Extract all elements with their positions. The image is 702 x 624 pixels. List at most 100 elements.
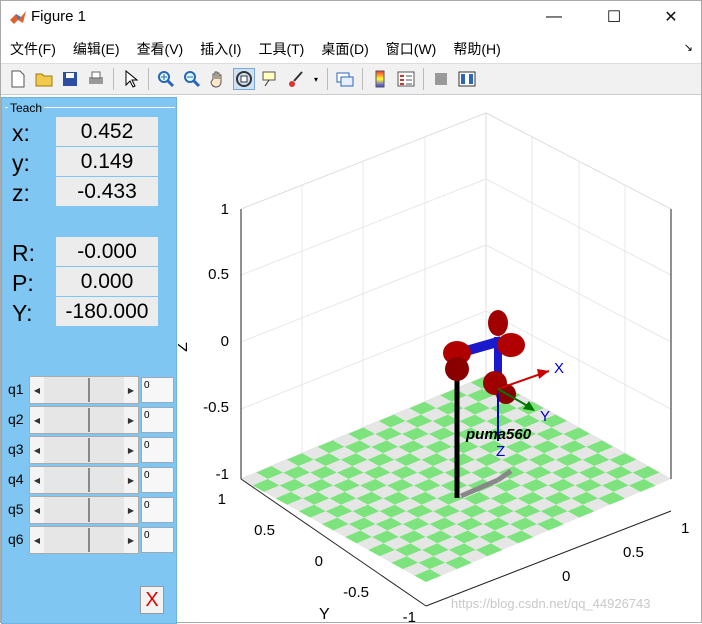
- toolbar-separator: [148, 68, 149, 90]
- menu-file[interactable]: 文件(F): [1, 39, 64, 59]
- slider-right-arrow-icon[interactable]: ▶: [124, 407, 138, 433]
- chevron-down-icon: ▾: [313, 74, 318, 84]
- legend-button[interactable]: [395, 68, 417, 90]
- slider-left-arrow-icon[interactable]: ◀: [30, 377, 44, 403]
- joint-slider-q5[interactable]: ◀ ▶: [29, 496, 139, 524]
- menu-window[interactable]: 窗口(W): [377, 39, 445, 59]
- slider-right-arrow-icon[interactable]: ▶: [124, 527, 138, 553]
- y-tick-neg1: -1: [403, 609, 416, 624]
- slider-thumb[interactable]: [88, 438, 90, 462]
- slider-right-arrow-icon[interactable]: ▶: [124, 377, 138, 403]
- maximize-button[interactable]: ☐: [591, 1, 637, 33]
- figure-window: Figure 1 — ☐ ✕ 文件(F) 编辑(E) 查看(V) 插入(I) 工…: [0, 0, 702, 624]
- robot-joint: [497, 333, 525, 357]
- zoom-in-button[interactable]: [155, 68, 177, 90]
- slider-left-arrow-icon[interactable]: ◀: [30, 407, 44, 433]
- menu-view[interactable]: 查看(V): [128, 39, 192, 59]
- x-tick-1: 1: [681, 520, 689, 537]
- y-axis-label: Y: [319, 606, 330, 623]
- hide-plot-tools-button[interactable]: [430, 68, 452, 90]
- menu-insert[interactable]: 插入(I): [191, 39, 249, 59]
- slider-left-arrow-icon[interactable]: ◀: [30, 467, 44, 493]
- data-cursor-button[interactable]: [259, 68, 281, 90]
- slider-thumb[interactable]: [88, 408, 90, 432]
- edit-plot-button[interactable]: [120, 68, 142, 90]
- menu-desktop[interactable]: 桌面(D): [312, 39, 376, 59]
- joint-slider-q1[interactable]: ◀ ▶: [29, 376, 139, 404]
- title-bar: Figure 1 — ☐ ✕: [1, 1, 701, 35]
- pose-label-roll: R:: [12, 240, 35, 266]
- teach-legend: Teach: [8, 101, 45, 115]
- joint-slider-q2[interactable]: ◀ ▶: [29, 406, 139, 434]
- matlab-icon: [10, 11, 26, 24]
- slider-left-arrow-icon[interactable]: ◀: [30, 497, 44, 523]
- brush-dropdown[interactable]: ▾: [311, 68, 321, 90]
- slider-right-arrow-icon[interactable]: ▶: [124, 467, 138, 493]
- pose-label-pitch: P:: [12, 270, 34, 296]
- open-folder-icon: [35, 73, 53, 87]
- rotate-3d-button[interactable]: [233, 68, 255, 90]
- joint-label-q6: q6: [8, 531, 24, 547]
- joint-slider-q3[interactable]: ◀ ▶: [29, 436, 139, 464]
- hide-plot-tools-icon: [435, 73, 447, 85]
- zoom-out-button[interactable]: [181, 68, 203, 90]
- show-plot-tools-icon: [458, 71, 476, 87]
- robot-joint: [488, 310, 508, 336]
- slider-right-arrow-icon[interactable]: ▶: [124, 497, 138, 523]
- joint-value-q6[interactable]: 0: [141, 527, 174, 553]
- joint-slider-q6[interactable]: ◀ ▶: [29, 526, 139, 554]
- axes-3d[interactable]: 1 0.5 0 -0.5 -1 Z 1 0.5 0 -0.5 -1 Y 1 0.…: [178, 97, 701, 624]
- slider-thumb[interactable]: [88, 468, 90, 492]
- save-button[interactable]: [59, 68, 81, 90]
- watermark: https://blog.csdn.net/qq_44926743: [451, 596, 651, 611]
- frame-z-label: Z: [496, 443, 505, 460]
- show-plot-tools-button[interactable]: [456, 68, 478, 90]
- teach-close-button[interactable]: X: [140, 586, 164, 614]
- joint-value-q1[interactable]: 0: [141, 377, 174, 403]
- joint-slider-q4[interactable]: ◀ ▶: [29, 466, 139, 494]
- open-button[interactable]: [33, 68, 55, 90]
- slider-thumb[interactable]: [88, 378, 90, 402]
- menu-tools[interactable]: 工具(T): [249, 39, 312, 59]
- joint-value-q5[interactable]: 0: [141, 497, 174, 523]
- joint-value-q4[interactable]: 0: [141, 467, 174, 493]
- pan-button[interactable]: [207, 68, 229, 90]
- z-axis-label: Z: [178, 342, 191, 352]
- dock-arrow-icon[interactable]: ↘: [684, 41, 693, 54]
- menu-help[interactable]: 帮助(H): [444, 39, 508, 59]
- maximize-icon: ☐: [606, 9, 622, 26]
- print-button[interactable]: [85, 68, 107, 90]
- slider-left-arrow-icon[interactable]: ◀: [30, 527, 44, 553]
- link-plot-icon: [336, 72, 354, 87]
- teach-panel: Teach x: 0.452 y: 0.149 z: -0.433 R: -0.…: [1, 97, 177, 624]
- joint-label-q5: q5: [8, 501, 24, 517]
- new-file-button[interactable]: [7, 68, 29, 90]
- slider-thumb[interactable]: [88, 528, 90, 552]
- zoom-out-icon: [184, 71, 201, 88]
- joint-value-q3[interactable]: 0: [141, 437, 174, 463]
- menu-edit[interactable]: 编辑(E): [64, 39, 128, 59]
- close-window-button[interactable]: ✕: [648, 1, 694, 33]
- pose-value-z: -0.433: [56, 177, 158, 206]
- close-icon: ✕: [664, 9, 678, 26]
- x-tick-0: 0: [562, 568, 570, 585]
- link-plot-button[interactable]: [334, 68, 356, 90]
- x-tick-0.5: 0.5: [623, 544, 644, 561]
- slider-left-arrow-icon[interactable]: ◀: [30, 437, 44, 463]
- minimize-icon: —: [546, 8, 562, 25]
- pointer-icon: [125, 70, 138, 88]
- minimize-button[interactable]: —: [531, 1, 577, 33]
- z-tick-neg1: -1: [216, 466, 229, 483]
- slider-thumb[interactable]: [88, 498, 90, 522]
- colorbar-button[interactable]: [369, 68, 391, 90]
- slider-right-arrow-icon[interactable]: ▶: [124, 437, 138, 463]
- frame-y-label: Y: [540, 408, 550, 425]
- legend-icon: [397, 71, 415, 87]
- rotate-3d-icon: [236, 71, 252, 87]
- colorbar-icon: [375, 70, 385, 88]
- joint-label-q4: q4: [8, 471, 24, 487]
- brush-icon: [289, 71, 303, 87]
- joint-value-q2[interactable]: 0: [141, 407, 174, 433]
- brush-button[interactable]: [285, 68, 307, 90]
- pose-value-y: 0.149: [56, 147, 158, 176]
